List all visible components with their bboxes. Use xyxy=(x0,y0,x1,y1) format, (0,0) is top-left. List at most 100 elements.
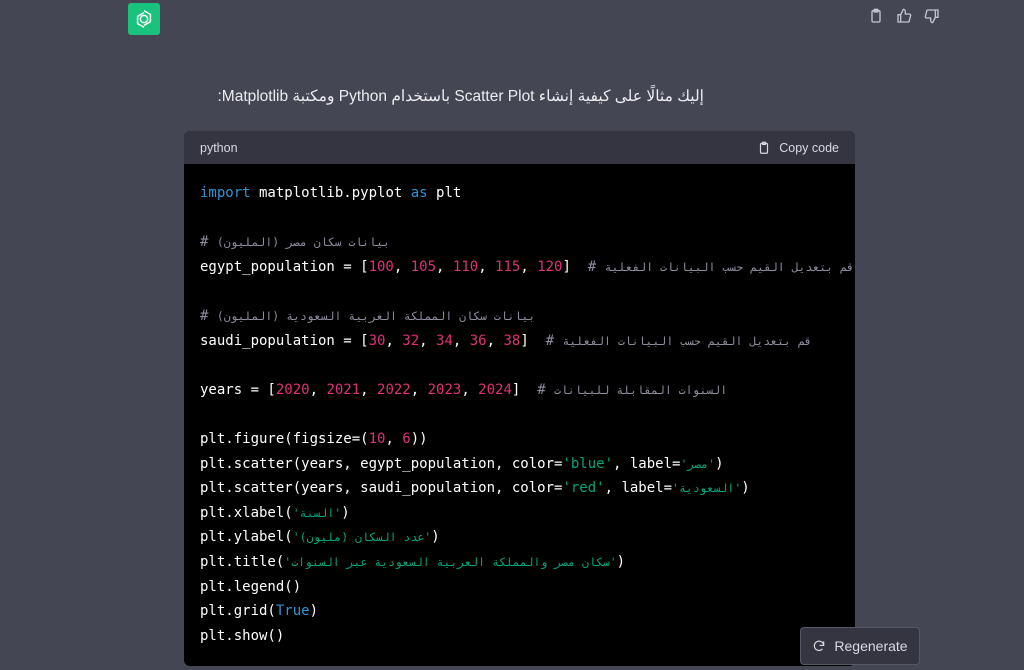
copy-code-label: Copy code xyxy=(779,140,839,155)
code-token: 2020 xyxy=(275,381,310,398)
code-token: 2021 xyxy=(326,381,361,398)
code-token: , xyxy=(436,258,453,275)
code-line: plt.scatter(years, saudi_population, col… xyxy=(200,476,839,501)
assistant-message-text: إليك مثالًا على كيفية إنشاء Scatter Plot… xyxy=(217,88,704,105)
code-token: , xyxy=(385,332,403,349)
code-token: , xyxy=(393,258,411,275)
code-token: # xyxy=(545,332,563,349)
code-line: # بيانات سكان مصر (المليون) xyxy=(200,230,839,255)
code-token: ) xyxy=(616,553,626,570)
code-token-text: السنوات المقابلة للبيانات xyxy=(554,382,728,397)
code-line: plt.figure(figsize=(10, 6)) xyxy=(200,427,839,452)
clipboard-icon xyxy=(871,8,881,23)
code-token: , label= xyxy=(613,455,681,472)
code-token: ) xyxy=(741,480,750,497)
code-block-header: python Copy code xyxy=(184,131,855,164)
code-token: , xyxy=(486,332,504,349)
code-token: ] xyxy=(511,381,538,398)
code-token: ] xyxy=(520,332,546,349)
code-token: 110 xyxy=(452,258,479,275)
code-token: # xyxy=(537,381,555,398)
code-token: 'السعودية' xyxy=(672,480,741,496)
code-token-text: 'سكان مصر والمملكة العربية السعودية عبر … xyxy=(284,554,617,569)
code-token: plt.scatter(years, saudi_population, col… xyxy=(200,480,563,497)
code-token: 32 xyxy=(402,332,420,349)
code-token: )) xyxy=(410,430,428,447)
code-token: 105 xyxy=(410,258,437,275)
code-line: plt.show() xyxy=(200,624,839,649)
code-token: # xyxy=(587,258,605,275)
code-token: 10 xyxy=(368,430,386,447)
code-token: saudi_population = [ xyxy=(200,332,369,349)
code-token: plt xyxy=(427,185,462,201)
code-token: , xyxy=(461,381,479,398)
thumbs-up-button[interactable] xyxy=(894,6,914,26)
refresh-icon xyxy=(814,640,825,652)
thumbs-up-icon xyxy=(897,8,912,23)
thumbs-down-icon xyxy=(924,9,939,24)
code-token: 'red' xyxy=(562,480,605,497)
code-token: plt.xlabel( xyxy=(200,504,293,521)
code-token: plt.show() xyxy=(200,627,285,644)
code-line: plt.xlabel('السنة') xyxy=(200,501,839,526)
code-token: , xyxy=(520,258,538,275)
code-token: ) xyxy=(431,529,440,546)
code-token: قم بتعديل القيم حسب البيانات الفعلية xyxy=(562,333,811,349)
code-token: 'السنة' xyxy=(293,505,342,521)
code-token: import xyxy=(200,185,251,201)
code-token: , xyxy=(385,430,403,447)
code-token: 'عدد السكان (مليون)' xyxy=(293,529,432,545)
code-token: plt.title( xyxy=(200,553,285,570)
code-token: ) xyxy=(715,455,724,472)
assistant-avatar xyxy=(128,3,160,35)
code-token-text: قم بتعديل القيم حسب البيانات الفعلية xyxy=(562,333,812,348)
code-token: 36 xyxy=(469,332,487,349)
regenerate-label: Regenerate xyxy=(834,638,908,654)
code-token: True xyxy=(275,603,310,620)
code-line: plt.grid(True) xyxy=(200,599,839,624)
code-line: # بيانات سكان المملكة العربية السعودية (… xyxy=(200,304,839,329)
code-token: ] xyxy=(562,258,588,275)
code-token: as xyxy=(410,185,428,201)
code-block: python Copy code import matplotlib.pyplo… xyxy=(184,131,855,666)
code-token: plt.figure(figsize=( xyxy=(200,430,369,447)
code-token-text: 'مصر' xyxy=(680,456,716,471)
code-line: plt.ylabel('عدد السكان (مليون)') xyxy=(200,525,839,550)
copy-message-button[interactable] xyxy=(866,6,886,26)
code-line: import matplotlib.pyplot as plt xyxy=(200,181,839,206)
code-token: قم بتعديل القيم حسب البيانات الفعلية xyxy=(605,259,854,275)
code-token: , xyxy=(360,381,378,398)
thumbs-down-button[interactable] xyxy=(922,6,942,26)
code-token: 34 xyxy=(436,332,453,349)
code-token: 30 xyxy=(368,332,386,349)
code-token: years = [ xyxy=(200,381,276,398)
code-token: 6 xyxy=(402,430,411,447)
code-token: ) xyxy=(341,504,350,521)
code-token: # xyxy=(200,234,217,251)
code-token: , label= xyxy=(604,480,673,497)
code-token: plt.legend() xyxy=(200,578,302,595)
message-actions xyxy=(866,6,942,26)
code-token: 100 xyxy=(368,258,394,275)
code-language-label: python xyxy=(200,140,238,155)
code-token: السنوات المقابلة للبيانات xyxy=(554,382,727,398)
code-token: matplotlib.pyplot xyxy=(250,185,411,201)
code-line: egypt_population = [100, 105, 110, 115, … xyxy=(200,255,854,280)
code-token: egypt_population = [ xyxy=(200,258,369,275)
code-token: , xyxy=(452,332,470,349)
code-token: plt.grid( xyxy=(200,603,276,620)
code-token: plt.ylabel( xyxy=(200,529,293,546)
regenerate-button[interactable]: Regenerate xyxy=(800,627,920,665)
code-token: بيانات سكان مصر (المليون) xyxy=(217,234,390,250)
code-token: , xyxy=(478,258,496,275)
code-token: 'مصر' xyxy=(680,456,715,472)
copy-code-button[interactable]: Copy code xyxy=(757,140,839,156)
code-token-text: 'عدد السكان (مليون)' xyxy=(292,530,432,545)
code-token: 'سكان مصر والمملكة العربية السعودية عبر … xyxy=(284,554,616,570)
code-token-text: بيانات سكان المملكة العربية السعودية (ال… xyxy=(216,308,536,323)
code-content: import matplotlib.pyplot as plt # بيانات… xyxy=(184,164,855,648)
